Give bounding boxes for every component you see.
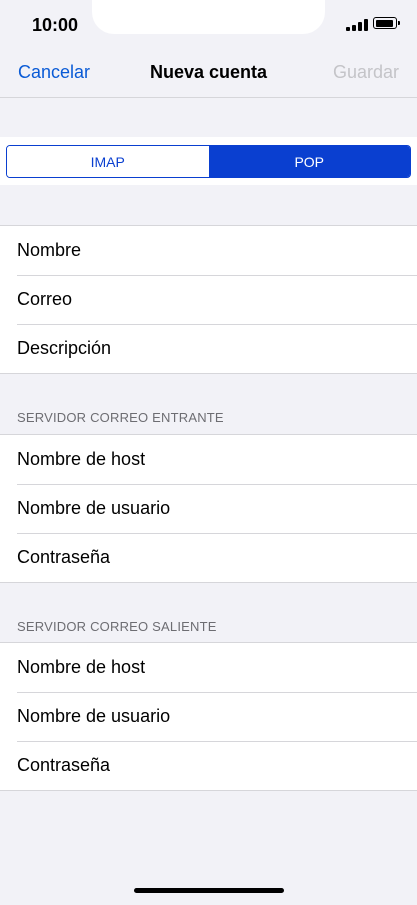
segment-imap[interactable]: IMAP [7, 146, 209, 177]
outgoing-hostname-field[interactable]: Nombre de host [0, 643, 417, 692]
incoming-username-field[interactable]: Nombre de usuario [0, 484, 417, 533]
outgoing-username-field[interactable]: Nombre de usuario [0, 692, 417, 741]
notch [92, 0, 325, 34]
account-type-segmented-control: IMAP POP [6, 145, 411, 178]
account-fields-group: Nombre Correo Descripción [0, 225, 417, 374]
status-bar: 10:00 [0, 0, 417, 50]
signal-icon [346, 19, 368, 31]
outgoing-server-group: Nombre de host Nombre de usuario Contras… [0, 642, 417, 791]
description-field[interactable]: Descripción [0, 324, 417, 373]
outgoing-server-header: SERVIDOR CORREO SALIENTE [17, 619, 217, 634]
incoming-password-field[interactable]: Contraseña [0, 533, 417, 582]
email-field[interactable]: Correo [0, 275, 417, 324]
incoming-server-header: SERVIDOR CORREO ENTRANTE [17, 410, 224, 425]
save-button[interactable]: Guardar [333, 62, 399, 83]
screen: 10:00 Cancelar Nueva cuenta Guardar IMAP… [0, 0, 417, 905]
segment-pop[interactable]: POP [208, 146, 410, 177]
home-indicator [134, 888, 284, 893]
outgoing-password-field[interactable]: Contraseña [0, 741, 417, 790]
navigation-bar: Cancelar Nueva cuenta Guardar [0, 50, 417, 98]
battery-icon [373, 17, 400, 29]
incoming-hostname-field[interactable]: Nombre de host [0, 435, 417, 484]
account-type-section: IMAP POP [0, 137, 417, 185]
name-field[interactable]: Nombre [0, 226, 417, 275]
incoming-server-group: Nombre de host Nombre de usuario Contras… [0, 434, 417, 583]
status-time: 10:00 [32, 15, 79, 35]
